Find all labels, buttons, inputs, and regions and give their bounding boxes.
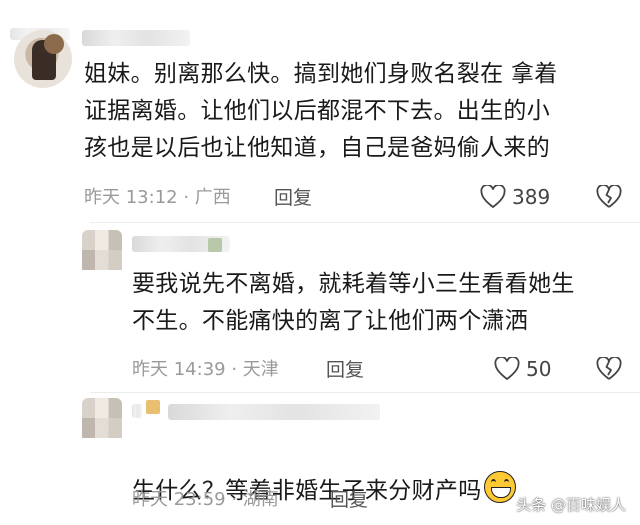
like-button[interactable]: 50 (494, 357, 551, 381)
broken-heart-icon (596, 185, 622, 209)
comment-text: 姐妹。别离那么快。搞到她们身败名裂在 拿着 证据离婚。让他们以后都混不下去。出生… (84, 61, 558, 161)
username-blurred[interactable] (82, 30, 190, 46)
comment-3: 生什么？等着非婚生子来分财产吗 昨天 23:59 · 湖南 回复 头条 @百味娱… (0, 392, 640, 525)
badge-blurred (146, 400, 160, 414)
grinning-face-emoji-icon (483, 471, 516, 503)
avatar[interactable] (82, 398, 122, 438)
like-count: 50 (526, 357, 552, 381)
reply-button[interactable]: 回复 (330, 488, 368, 512)
comment-2: 要我说先不离婚，就耗着等小三生看看她生 不生。不能痛快的离了让他们两个潇洒 昨天… (0, 222, 640, 392)
broken-heart-icon (596, 357, 622, 381)
dislike-button[interactable] (596, 185, 622, 209)
comment-text: 要我说先不离婚，就耗着等小三生看看她生 不生。不能痛快的离了让他们两个潇洒 (132, 271, 575, 334)
avatar[interactable] (14, 30, 72, 88)
comment-meta: 昨天 13:12 · 广西 (84, 187, 231, 208)
comment-meta: 昨天 23:59 · 湖南 (132, 489, 279, 510)
reply-button[interactable]: 回复 (274, 186, 312, 210)
like-count: 389 (512, 185, 551, 209)
watermark: 头条 @百味娱人 (516, 494, 626, 515)
avatar[interactable] (82, 230, 122, 270)
badge-blurred (208, 238, 222, 252)
username-blurred[interactable] (132, 404, 142, 418)
dislike-button[interactable] (596, 357, 622, 381)
heart-icon (494, 357, 520, 381)
reply-button[interactable]: 回复 (326, 358, 364, 382)
avatar-figure-head (44, 34, 64, 54)
comment-1: 姐妹。别离那么快。搞到她们身败名裂在 拿着 证据离婚。让他们以后都混不下去。出生… (0, 0, 640, 215)
heart-icon (480, 185, 506, 209)
watermark-text: 头条 @百味娱人 (516, 496, 626, 514)
comment-meta: 昨天 14:39 · 天津 (132, 359, 279, 380)
like-button[interactable]: 389 (480, 185, 550, 209)
username-blurred[interactable] (168, 404, 380, 420)
